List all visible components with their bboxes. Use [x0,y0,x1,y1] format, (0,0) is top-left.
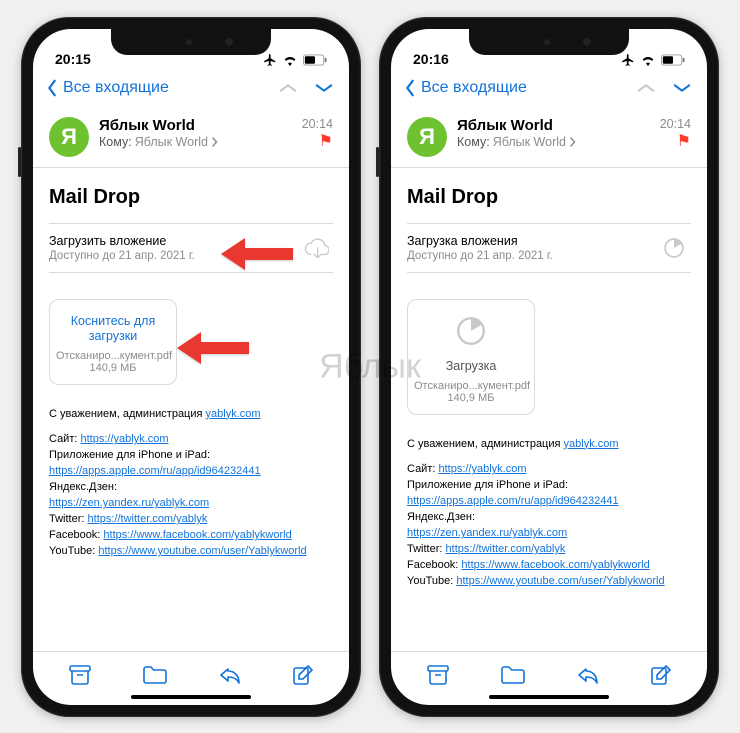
nav-bar: Все входящие [391,69,707,109]
signature: С уважением, администрация yablyk.com Са… [407,437,691,590]
prev-message-button[interactable] [279,79,297,97]
attachment-action: Загрузка [414,359,528,374]
status-time: 20:15 [55,51,91,67]
status-icons [263,53,327,67]
avatar: Я [49,117,89,157]
sig-link-domain[interactable]: yablyk.com [206,408,261,420]
maildrop-banner[interactable]: Загрузка вложения Доступно до 21 апр. 20… [407,223,691,273]
sig-link-twitter[interactable]: https://twitter.com/yablyk [88,513,208,525]
next-message-button[interactable] [315,79,333,97]
cloud-download-icon[interactable] [303,235,329,261]
maildrop-expiry: Доступно до 21 апр. 2021 г. [49,250,195,262]
maildrop-title: Загрузка вложения [407,234,553,248]
progress-spinner-icon [454,314,488,348]
signature: С уважением, администрация yablyk.com Са… [49,407,333,560]
sig-link-facebook[interactable]: https://www.facebook.com/yablykworld [103,529,291,541]
archive-button[interactable] [68,664,92,686]
flag-icon: ⚑ [302,134,333,150]
message-body: Mail Drop Загрузка вложения Доступно до … [391,168,707,651]
sig-link-site[interactable]: https://yablyk.com [80,433,168,445]
maildrop-expiry: Доступно до 21 апр. 2021 г. [407,250,553,262]
sender-name: Яблык World [99,117,292,134]
back-label: Все входящие [63,79,169,97]
home-indicator[interactable] [131,695,251,699]
reply-button[interactable] [576,665,600,685]
attachment-size: 140,9 МБ [56,362,170,374]
attachment-filename: Отсканиро...кумент.pdf [414,380,528,392]
back-button[interactable]: Все входящие [43,79,169,97]
chevron-right-icon [211,137,218,147]
back-button[interactable]: Все входящие [401,79,527,97]
subject: Mail Drop [407,186,691,209]
compose-button[interactable] [650,664,672,686]
attachment-action: Коснитесь для загрузки [56,314,170,344]
flag-icon: ⚑ [660,134,691,150]
prev-message-button[interactable] [637,79,655,97]
sender-name: Яблык World [457,117,650,134]
back-label: Все входящие [421,79,527,97]
compose-button[interactable] [292,664,314,686]
nav-bar: Все входящие [33,69,349,109]
folder-button[interactable] [142,665,168,685]
device-notch [111,29,271,55]
airplane-icon [621,53,635,67]
home-indicator[interactable] [489,695,609,699]
attachment-tile[interactable]: Коснитесь для загрузки Отсканиро...кумен… [49,299,177,385]
message-header[interactable]: Я Яблык World Кому: Яблык World 20:14 ⚑ [391,109,707,168]
progress-spinner-icon[interactable] [661,235,687,261]
sig-link-domain[interactable]: yablyk.com [564,438,619,450]
chevron-right-icon [569,137,576,147]
status-icons [621,53,685,67]
annotation-arrow-maildrop [221,235,293,273]
device-notch [469,29,629,55]
sig-link-facebook[interactable]: https://www.facebook.com/yablykworld [461,559,649,571]
attachment-size: 140,9 МБ [414,392,528,404]
annotation-arrow-attachment [177,329,249,367]
chevron-left-icon [401,79,419,97]
sig-link-twitter[interactable]: https://twitter.com/yablyk [446,543,566,555]
message-header[interactable]: Я Яблык World Кому: Яблык World 20:14 ⚑ [33,109,349,168]
sig-link-app[interactable]: https://apps.apple.com/ru/app/id96423244… [407,495,619,507]
recipient-line[interactable]: Кому: Яблык World [457,135,650,149]
airplane-icon [263,53,277,67]
sig-link-youtube[interactable]: https://www.youtube.com/user/Yablykworld [456,575,664,587]
archive-button[interactable] [426,664,450,686]
maildrop-title: Загрузить вложение [49,234,195,248]
sig-link-app[interactable]: https://apps.apple.com/ru/app/id96423244… [49,465,261,477]
attachment-tile[interactable]: Загрузка Отсканиро...кумент.pdf 140,9 МБ [407,299,535,415]
message-body: Mail Drop Загрузить вложение Доступно до… [33,168,349,651]
folder-button[interactable] [500,665,526,685]
sig-link-youtube[interactable]: https://www.youtube.com/user/Yablykworld [98,545,306,557]
message-time: 20:14 [302,117,333,131]
recipient-line[interactable]: Кому: Яблык World [99,135,292,149]
reply-button[interactable] [218,665,242,685]
sig-link-dzen[interactable]: https://zen.yandex.ru/yablyk.com [49,497,209,509]
status-time: 20:16 [413,51,449,67]
phone-left: 20:15 Все входящие Я [21,17,361,717]
phone-right: 20:16 Все входящие Я [379,17,719,717]
avatar: Я [407,117,447,157]
next-message-button[interactable] [673,79,691,97]
subject: Mail Drop [49,186,333,209]
sig-link-site[interactable]: https://yablyk.com [438,463,526,475]
chevron-left-icon [43,79,61,97]
battery-icon [661,54,685,66]
battery-icon [303,54,327,66]
sig-link-dzen[interactable]: https://zen.yandex.ru/yablyk.com [407,527,567,539]
wifi-icon [282,54,298,66]
wifi-icon [640,54,656,66]
attachment-filename: Отсканиро...кумент.pdf [56,350,170,362]
message-time: 20:14 [660,117,691,131]
